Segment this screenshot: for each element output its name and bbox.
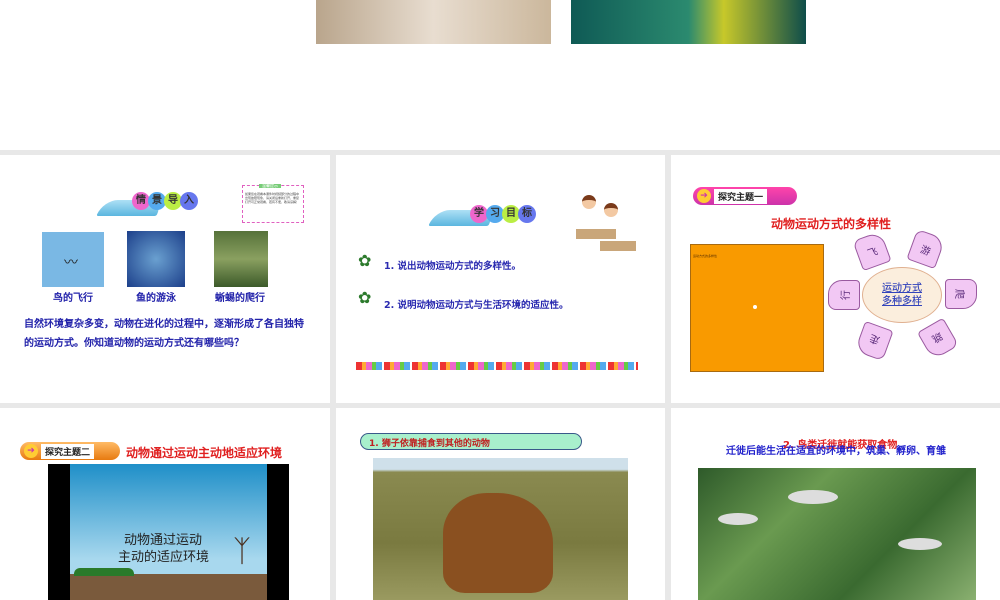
center-line-1: 运动方式 <box>882 283 922 294</box>
photo-animal <box>316 0 551 44</box>
photo-lion <box>373 458 628 600</box>
petal-label: 飞 <box>866 246 880 260</box>
petal-label: 爬 <box>953 289 965 299</box>
slide-title: 动物运动方式的多样性 <box>771 217 892 231</box>
photo-geese <box>698 468 976 600</box>
caption-lizard: 蜥蜴的爬行 <box>215 293 265 304</box>
topic-tag: ➔ 探究主题一 <box>693 187 797 205</box>
tip-box: 温馨提示 如果您在观看本课件时视频部分的过程中出现故障现象，请关闭后重新打开，重… <box>242 184 304 223</box>
tip-text: 如果您在观看本课件时视频部分的过程中出现故障现象，请关闭后重新打开，重复打开可正… <box>245 192 300 204</box>
photo-bird: 〰 <box>42 232 104 287</box>
plant-icon: ✿ <box>358 288 372 307</box>
goal-2: 2. 说明动物运动方式与生活环境的适应性。 <box>384 300 569 311</box>
slide-thumbnail-5[interactable]: 学习目标 ✿ 1. 说出动物运动方式的多样性。 ✿ 2. 说明动物运动方式与生活… <box>336 155 665 403</box>
slide-thumbnail-4[interactable]: 情景导入 温馨提示 如果您在观看本课件时视频部分的过程中出现故障现象，请关闭后重… <box>0 155 330 403</box>
plant-icon: ✿ <box>358 251 372 270</box>
goal-1: 1. 说出动物运动方式的多样性。 <box>384 261 522 272</box>
bushes <box>74 568 134 576</box>
topic-tag-label: 探究主题一 <box>714 188 768 204</box>
video-placeholder[interactable]: 运动方式的多样性 <box>690 244 824 372</box>
slide-thumbnail-3[interactable] <box>0 0 1000 150</box>
tip-title: 温馨提示 <box>259 184 281 188</box>
petal-walk: 走 <box>854 320 894 362</box>
arrow-icon: ➔ <box>697 189 711 203</box>
students-illustration <box>574 193 640 265</box>
petal-move: 行 <box>828 280 860 310</box>
flower-border <box>356 362 638 370</box>
center-line-2: 多种多样 <box>882 296 922 307</box>
photo-shark <box>127 231 185 287</box>
petal-label: 行 <box>840 290 852 300</box>
slide-thumbnail-6[interactable]: ➔ 探究主题一 动物运动方式的多样性 运动方式的多样性 运动方式 多种多样 运动… <box>671 155 1000 403</box>
video-player[interactable]: ᛉ 动物通过运动 主动的适应环境 <box>48 464 289 600</box>
slide-heading: 1. 狮子依靠捕食到其他的动物 <box>360 433 582 450</box>
arrow-icon: ➔ <box>24 444 38 458</box>
caption-bird: 鸟的飞行 <box>53 293 93 304</box>
video-text-2: 主动的适应环境 <box>118 550 210 565</box>
photo-lizard <box>214 231 268 287</box>
slide-body: 自然环境复杂多变，动物在进化的过程中，逐渐形成了各自独特的运动方式。你知道动物的… <box>24 319 304 349</box>
topic-tag-label: 探究主题二 <box>41 443 95 459</box>
topic-tag: ➔ 探究主题二 <box>20 442 120 460</box>
petal-jump: 跳 <box>917 317 959 361</box>
tree: ᛉ <box>233 534 251 569</box>
petal-label: 跳 <box>929 330 945 345</box>
slide-thumbnail-8[interactable]: 1. 狮子依靠捕食到其他的动物 <box>336 408 665 600</box>
slide-thumbnail-7[interactable]: ➔ 探究主题二 动物通过运动主动地适应环境 ᛉ 动物通过运动 主动的适应环境 <box>0 408 330 600</box>
center-ellipse[interactable]: 运动方式 多种多样 运动方式 多种多样 <box>862 267 942 323</box>
cursor-icon <box>753 305 757 309</box>
caption-fish: 鱼的游泳 <box>136 293 176 304</box>
petal-fly: 飞 <box>852 230 892 272</box>
slide-thumbnail-9[interactable]: 2. 鸟类迁徙就能获取食物 迁徙后能生活在适宜的环境中，筑巢、孵卵、育雏 <box>671 408 1000 600</box>
petal-crawl: 爬 <box>945 279 977 309</box>
petal-label: 走 <box>868 332 882 346</box>
slide-title: 情景导入 <box>132 192 198 210</box>
center-lines-layer: 运动方式 多种多样 <box>863 268 941 322</box>
photo-flowers <box>571 0 806 44</box>
slide-title-text: 情景导入 <box>136 195 200 206</box>
petal-swim: 游 <box>906 228 946 270</box>
slide-title-text: 学习目标 <box>474 208 538 219</box>
slide-title: 学习目标 <box>470 205 536 223</box>
slide-body: 迁徙后能生活在适宜的环境中，筑巢、孵卵、育雏 <box>726 446 946 457</box>
video-label: 运动方式的多样性 <box>693 254 718 258</box>
petal-label: 游 <box>918 244 932 258</box>
slide-title: 动物通过运动主动地适应环境 <box>126 446 283 460</box>
